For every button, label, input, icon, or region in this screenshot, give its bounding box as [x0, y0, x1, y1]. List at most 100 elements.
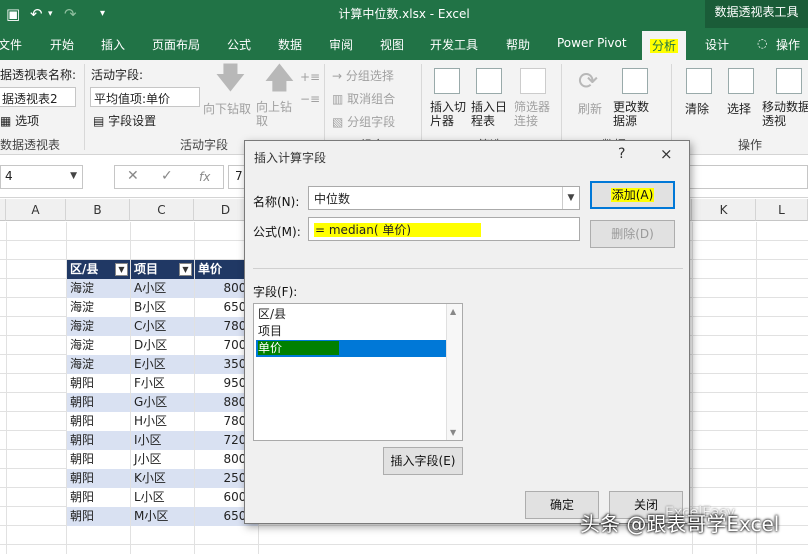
table-cell[interactable]: K小区 [131, 469, 194, 488]
tab-design[interactable]: 设计 [705, 36, 729, 53]
name-value: 中位数 [314, 192, 351, 206]
table-cell[interactable]: B小区 [131, 298, 194, 317]
tab-page-layout[interactable]: 页面布局 [152, 36, 200, 53]
tab-review[interactable]: 审阅 [329, 36, 353, 53]
list-item[interactable]: 区/县 [256, 306, 446, 323]
insert-function-icon[interactable]: fx [199, 170, 210, 184]
table-cell[interactable]: D小区 [131, 336, 194, 355]
options-button[interactable]: ▦ 选项 [0, 112, 39, 129]
table-cell[interactable]: 海淀 [67, 298, 130, 317]
tab-analyze[interactable]: 分析 [642, 31, 687, 60]
tab-view[interactable]: 视图 [380, 36, 404, 53]
chevron-down-icon[interactable]: ▼ [562, 187, 579, 209]
add-button[interactable]: 添加(A) [590, 181, 675, 209]
table-cell[interactable]: F小区 [131, 374, 194, 393]
ungroup-icon: ▥ [332, 92, 344, 106]
column-header-l[interactable]: L [756, 199, 808, 221]
table-cell[interactable]: 海淀 [67, 317, 130, 336]
active-field-label: 活动字段: [91, 68, 144, 82]
scroll-up-icon[interactable]: ▲ [450, 307, 456, 316]
table-cell[interactable]: A小区 [131, 279, 194, 298]
insert-timeline-button[interactable]: 插入日程表 [471, 100, 511, 128]
arrow-right-icon: → [332, 69, 343, 83]
ribbon-separator [421, 64, 422, 150]
clear-button[interactable]: 清除 [685, 100, 709, 117]
tab-insert[interactable]: 插入 [101, 36, 125, 53]
table-cell[interactable]: 朝阳 [67, 393, 130, 412]
filter-dropdown-icon[interactable]: ▼ [115, 263, 128, 276]
dialog-separator [253, 268, 683, 269]
enter-icon[interactable]: ✓ [161, 168, 173, 184]
drill-up-icon: 🡅 [264, 61, 295, 96]
watermark: 头条 @跟表哥学Excel [580, 512, 780, 536]
select-button[interactable]: 选择 [727, 100, 751, 117]
tab-file[interactable]: 文件 [0, 36, 22, 53]
table-cell[interactable]: 海淀 [67, 279, 130, 298]
table-cell[interactable]: I小区 [131, 431, 194, 450]
column-header-b[interactable]: B [66, 199, 130, 221]
field-settings-icon: ▤ [93, 114, 105, 128]
fields-list[interactable]: 区/县 项目 单价 ▲ ▼ [253, 303, 463, 441]
pivot-name-input[interactable]: 据透视表2 [0, 87, 76, 107]
table-cell[interactable]: M小区 [131, 507, 194, 526]
table-cell[interactable]: G小区 [131, 393, 194, 412]
table-cell[interactable]: 朝阳 [67, 412, 130, 431]
collapse-field-icon[interactable]: −≡ [300, 92, 320, 106]
ribbon-separator [324, 64, 325, 150]
help-icon[interactable]: ? [618, 146, 625, 162]
cancel-icon[interactable]: ✕ [127, 168, 139, 184]
move-pivot-icon [776, 68, 802, 94]
refresh-button[interactable]: 刷新 [578, 100, 602, 117]
change-source-button[interactable]: 更改数据源 [613, 100, 657, 128]
tab-developer[interactable]: 开发工具 [430, 36, 478, 53]
formula-input[interactable]: = median( 单价) [308, 217, 580, 241]
table-cell[interactable]: 朝阳 [67, 507, 130, 526]
table-header-project: 项目 ▼ [131, 260, 194, 279]
tab-tell-me[interactable]: 操作 [776, 36, 800, 53]
ungroup-button[interactable]: ▥ 取消组合 [332, 90, 395, 107]
table-cell[interactable]: J小区 [131, 450, 194, 469]
tab-home[interactable]: 开始 [50, 36, 74, 53]
list-item-selected[interactable]: 单价 [256, 340, 446, 357]
change-source-icon [622, 68, 648, 94]
tab-help[interactable]: 帮助 [506, 36, 530, 53]
delete-button[interactable]: 删除(D) [590, 220, 675, 248]
table-cell[interactable]: C小区 [131, 317, 194, 336]
filter-connections-button[interactable]: 筛选器连接 [514, 100, 554, 128]
group-selection-button[interactable]: → 分组选择 [332, 67, 394, 84]
drill-up-button[interactable]: 向上钻取 [256, 100, 294, 128]
table-cell[interactable]: 朝阳 [67, 450, 130, 469]
table-cell[interactable]: 海淀 [67, 336, 130, 355]
active-field-input[interactable]: 平均值项:单价 [90, 87, 200, 107]
formula-value: = median( 单价) [314, 223, 482, 237]
drill-down-button[interactable]: 向下钻取 [203, 100, 251, 117]
table-cell[interactable]: 朝阳 [67, 469, 130, 488]
expand-field-icon[interactable]: +≡ [300, 70, 320, 84]
list-scrollbar[interactable]: ▲ ▼ [446, 304, 462, 440]
lightbulb-icon[interactable]: ◌ [757, 36, 767, 50]
table-cell[interactable]: 朝阳 [67, 374, 130, 393]
column-header-c[interactable]: C [130, 199, 194, 221]
table-cell[interactable]: H小区 [131, 412, 194, 431]
name-box[interactable]: 4 ▼ [0, 165, 83, 189]
table-cell[interactable]: L小区 [131, 488, 194, 507]
tab-formulas[interactable]: 公式 [227, 36, 251, 53]
filter-dropdown-icon[interactable]: ▼ [179, 263, 192, 276]
list-item[interactable]: 项目 [256, 323, 446, 340]
insert-slicer-button[interactable]: 插入切片器 [430, 100, 470, 128]
column-header-k[interactable]: K [692, 199, 756, 221]
field-settings-button[interactable]: ▤ 字段设置 [93, 112, 156, 129]
group-field-button[interactable]: ▧ 分组字段 [332, 113, 395, 130]
table-cell[interactable]: 海淀 [67, 355, 130, 374]
scroll-down-icon[interactable]: ▼ [450, 428, 456, 437]
insert-field-button[interactable]: 插入字段(E) [383, 447, 463, 475]
tab-data[interactable]: 数据 [278, 36, 302, 53]
table-cell[interactable]: 朝阳 [67, 488, 130, 507]
table-cell[interactable]: 朝阳 [67, 431, 130, 450]
column-header-a[interactable]: A [6, 199, 66, 221]
move-pivot-button[interactable]: 移动数据透视 [762, 100, 808, 128]
close-icon[interactable]: × [660, 145, 673, 163]
table-cell[interactable]: E小区 [131, 355, 194, 374]
tab-power-pivot[interactable]: Power Pivot [557, 36, 627, 50]
name-combo[interactable]: 中位数 ▼ [308, 186, 580, 210]
